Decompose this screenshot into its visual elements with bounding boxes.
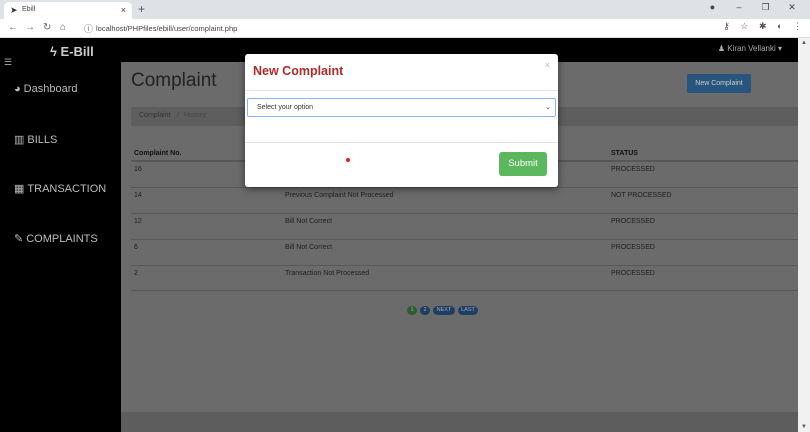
sidebar-item-dashboard[interactable]: ◕ Dashboard: [14, 83, 77, 95]
select-value: Select your option: [257, 104, 314, 111]
sidebar-item-label: BILLS: [27, 134, 58, 146]
sidebar: ϟ E-Bill ☰ ◕ Dashboard ▥ BILLS ▦ TRANSACTIO…: [0, 38, 121, 432]
favicon-icon: ➤: [10, 5, 18, 15]
browser-tab[interactable]: ➤ Ebill ×: [4, 2, 132, 19]
cell-desc: Transaction Not Processed: [285, 270, 370, 277]
sidebar-item-transaction[interactable]: ▦ TRANSACTION: [14, 182, 106, 195]
modal-close-icon[interactable]: ×: [545, 60, 550, 70]
cell-no: 12: [134, 218, 142, 225]
table-row: 6 Bill Not Correct PROCESSED: [131, 239, 798, 265]
tab-title: Ebill: [22, 6, 36, 13]
menu-icon[interactable]: ⋮: [793, 21, 802, 31]
brand-logo[interactable]: ϟ E-Bill: [50, 44, 94, 59]
minimize-icon[interactable]: –: [727, 2, 751, 12]
cell-status: NOT PROCESSED: [611, 192, 672, 199]
page-1-button[interactable]: 1: [407, 306, 417, 315]
window-controls: ● – ❐ ✕: [700, 2, 804, 13]
home-icon[interactable]: ⌂: [60, 22, 66, 33]
sidebar-item-label: COMPLAINTS: [26, 233, 98, 245]
toolbar-icons: ⚷ ☆ ✱ ◐ ⋮: [715, 21, 802, 32]
key-icon[interactable]: ⚷: [723, 21, 730, 31]
header-status: STATUS: [611, 150, 638, 157]
dashboard-icon: ◕: [14, 83, 21, 95]
modal-divider: [245, 90, 558, 91]
table-row: 14 Previous Complaint Not Processed NOT …: [131, 187, 798, 213]
user-name: Kiran Vellanki: [727, 44, 776, 53]
header-complaint-no: Complaint No.: [134, 150, 182, 157]
star-icon[interactable]: ☆: [740, 21, 748, 31]
address-bar[interactable]: ⓘ localhost/PHPfiles/ebill/user/complain…: [80, 22, 715, 36]
scroll-up-icon[interactable]: ▲: [801, 40, 807, 46]
new-complaint-modal: New Complaint × Select your option ⌄ Sub…: [245, 54, 558, 187]
cell-desc: Previous Complaint Not Processed: [285, 192, 394, 199]
user-menu[interactable]: ♟ Kiran Vellanki ▾: [718, 44, 782, 53]
scroll-down-icon[interactable]: ▼: [801, 424, 807, 430]
url-text: localhost/PHPfiles/ebill/user/complaint.…: [96, 24, 238, 33]
breadcrumb-history: History: [184, 112, 206, 119]
cell-no: 6: [134, 244, 138, 251]
modal-title: New Complaint: [253, 64, 344, 78]
modal-divider: [245, 142, 558, 143]
profile-icon[interactable]: ●: [700, 2, 724, 12]
tab-close-icon[interactable]: ×: [121, 5, 126, 15]
page-scrollbar[interactable]: ▲ ▼: [798, 38, 810, 432]
chevron-down-icon: ⌄: [545, 104, 551, 111]
cell-status: PROCESSED: [611, 270, 655, 277]
edit-icon: ✎: [14, 233, 24, 245]
table-row: 12 Bill Not Correct PROCESSED: [131, 213, 798, 239]
bolt-icon: ϟ: [50, 44, 57, 59]
breadcrumb-complaint[interactable]: Complaint: [139, 112, 171, 119]
table-row: 2 Transaction Not Processed PROCESSED: [131, 265, 798, 291]
caret-down-icon: ▾: [777, 44, 782, 53]
breadcrumb-separator: /: [177, 112, 179, 119]
forward-icon[interactable]: →: [25, 22, 35, 33]
browser-tab-bar: ➤ Ebill × + ● – ❐ ✕: [0, 0, 810, 19]
cell-status: PROCESSED: [611, 244, 655, 251]
footer: [121, 412, 798, 432]
close-window-icon[interactable]: ✕: [780, 2, 804, 13]
info-icon[interactable]: ⓘ: [84, 22, 93, 35]
screen: ➤ Ebill × + ● – ❐ ✕ ← → ↻ ⌂ ⓘ localhost/…: [0, 0, 810, 432]
complaint-type-select[interactable]: Select your option ⌄: [247, 98, 556, 117]
user-icon: ♟: [717, 44, 726, 53]
sidebar-item-label: Dashboard: [23, 83, 78, 95]
cell-no: 2: [134, 270, 138, 277]
new-tab-icon[interactable]: +: [138, 2, 145, 16]
cell-no: 14: [134, 192, 142, 199]
reload-icon[interactable]: ↻: [43, 22, 51, 33]
cell-no: 16: [134, 166, 142, 173]
brand-name: E-Bill: [60, 44, 94, 59]
cell-desc: Bill Not Correct: [285, 218, 333, 225]
back-icon[interactable]: ←: [8, 22, 18, 33]
account-icon[interactable]: ◐: [777, 21, 782, 31]
bar-chart-icon: ▥: [14, 134, 25, 146]
sidebar-item-bills[interactable]: ▥ BILLS: [14, 133, 57, 146]
new-complaint-button[interactable]: New Complaint: [687, 74, 751, 93]
submit-button[interactable]: Submit: [499, 152, 547, 176]
cell-status: PROCESSED: [611, 166, 655, 173]
page-2-button[interactable]: 2: [420, 306, 430, 315]
cell-status: PROCESSED: [611, 218, 655, 225]
extensions-icon[interactable]: ✱: [759, 21, 767, 31]
last-page-button[interactable]: LAST: [458, 306, 478, 315]
cell-desc: Bill Not Correct: [285, 244, 333, 251]
sidebar-item-complaints[interactable]: ✎ COMPLAINTS: [14, 232, 98, 245]
browser-toolbar: ← → ↻ ⌂ ⓘ localhost/PHPfiles/ebill/user/…: [0, 19, 810, 38]
hamburger-icon[interactable]: ☰: [4, 57, 12, 68]
page-title: Complaint: [131, 70, 217, 91]
maximize-icon[interactable]: ❐: [753, 2, 777, 13]
cursor-dot: [346, 158, 350, 162]
next-page-button[interactable]: NEXT: [433, 306, 455, 315]
sidebar-item-label: TRANSACTION: [27, 183, 107, 195]
table-icon: ▦: [14, 183, 25, 195]
